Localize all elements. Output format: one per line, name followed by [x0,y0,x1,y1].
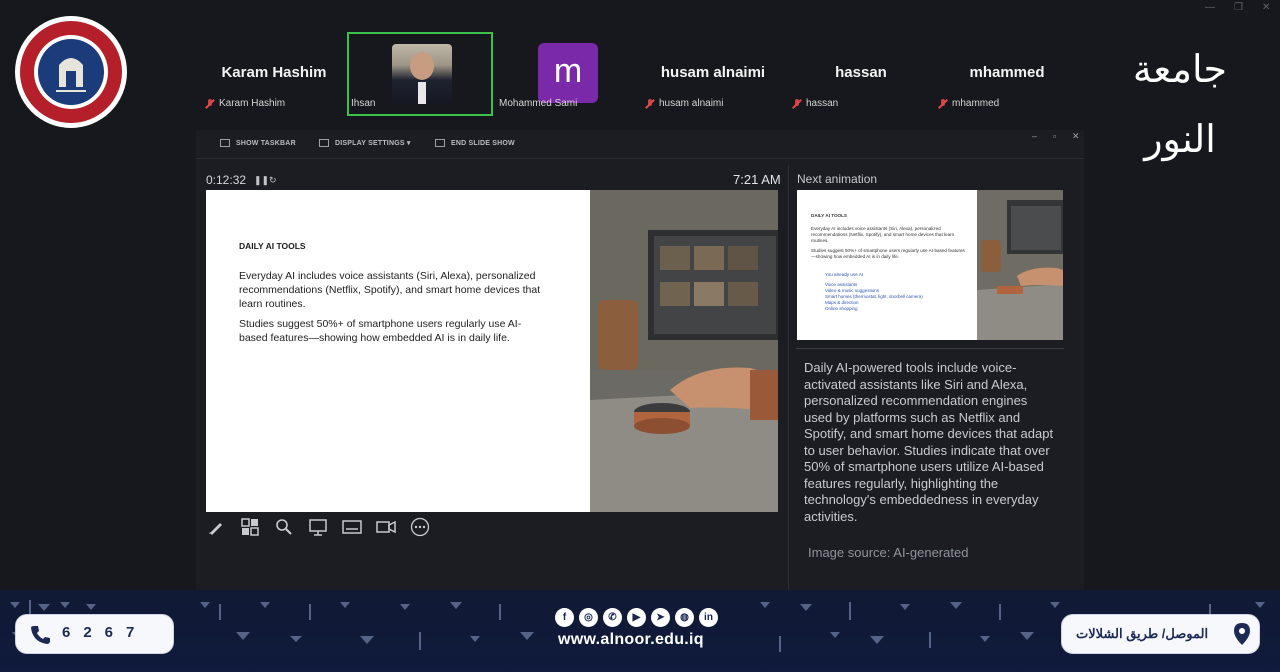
end-show-icon [435,139,445,147]
social-links: f ◎ ✆ ▶ ➤ ◍ in [555,608,718,627]
participant-name: hassan [835,64,887,81]
mic-off-icon [645,98,655,109]
phone-number-box[interactable]: 6267 [15,614,174,654]
pointer-icon[interactable] [308,518,328,536]
participant-name: Karam Hashim [221,64,327,81]
participant-tag-ihsan: Ihsan [351,98,376,109]
mic-off-icon [205,98,215,109]
university-wordmark: جامعة النور [1132,47,1228,161]
address-box[interactable]: الموصل/ طريق الشلالات [1061,614,1260,654]
participant-avatar-mohammed-sami[interactable]: m [538,43,598,103]
camera-icon[interactable] [376,518,396,536]
next-slide-paragraph-2: Studies suggest 50%+ of smartphone users… [811,248,965,259]
presenter-toolbar: SHOW TASKBAR DISPLAY SETTINGS ▾ END SLID… [196,130,1084,159]
presenter-restore-icon[interactable]: ▫ [1053,131,1056,141]
location-pin-icon [1234,623,1250,645]
phone-number: 6267 [62,624,148,641]
next-slide-list: Voice assistants Video & music suggestio… [825,282,923,312]
participant-tag-hassan: hassan [792,98,838,109]
end-slide-show-button[interactable]: END SLIDE SHOW [435,139,515,147]
presenter-tools [206,517,430,537]
current-time: 7:21 AM [733,172,781,187]
presenter-minimize-icon[interactable]: – [1032,131,1037,141]
participant-name: husam alnaimi [660,64,766,81]
next-slide-paragraph-1: Everyday AI includes voice assistants (S… [811,226,955,243]
see-all-slides-icon[interactable] [240,518,260,536]
display-settings-button[interactable]: DISPLAY SETTINGS ▾ [319,139,411,147]
phone-icon [31,626,50,644]
display-icon [319,139,329,147]
presenter-view: SHOW TASKBAR DISPLAY SETTINGS ▾ END SLID… [196,130,1084,590]
participant-name: mhammed [969,64,1045,81]
instagram-icon[interactable]: ◎ [579,608,598,627]
participant-tag-karam-hashim: Karam Hashim [205,98,285,109]
next-slide-list-head: You already use AI [825,272,864,277]
university-logo [15,16,127,128]
participant-tag-husam-alnaimi: husam alnaimi [645,98,723,109]
minimize-icon[interactable]: — [1205,2,1215,13]
pane-divider[interactable] [788,165,789,590]
slide-title: DAILY AI TOOLS [239,241,306,251]
website-icon[interactable]: ◍ [675,608,694,627]
participant-tag-mhammed: mhammed [938,98,999,109]
website-link[interactable]: www.alnoor.edu.iq [558,631,704,649]
next-slide-title: DAILY AI TOOLS [811,213,847,218]
subtitles-icon[interactable] [342,518,362,536]
participant-tag-mohammed-sami: Mohammed Sami [499,98,578,109]
list-item: Online shopping [825,306,858,311]
reset-timer-icon[interactable]: ↻ [269,175,277,186]
zoom-icon[interactable] [274,518,294,536]
taskbar-icon [220,139,230,147]
notes-divider [796,348,1064,349]
address-text: الموصل/ طريق الشلالات [1076,626,1209,641]
pause-timer-icon[interactable]: ❚❚ [254,175,269,186]
participant-photo [392,44,452,104]
image-source-note: Image source: AI-generated [808,545,969,560]
telegram-icon[interactable]: ➤ [651,608,670,627]
mic-off-icon [792,98,802,109]
current-slide[interactable]: DAILY AI TOOLS Everyday AI includes voic… [206,190,778,512]
presenter-close-icon[interactable]: ✕ [1072,131,1080,142]
more-options-icon[interactable] [410,517,430,537]
next-animation-label: Next animation [797,172,878,186]
facebook-icon[interactable]: f [555,608,574,627]
restore-icon[interactable]: ❐ [1234,2,1243,13]
slide-paragraph-2: Studies suggest 50%+ of smartphone users… [239,318,522,344]
slide-paragraph-1: Everyday AI includes voice assistants (S… [239,270,541,310]
linkedin-icon[interactable]: in [699,608,718,627]
next-slide-photo [977,190,1063,340]
next-slide-preview[interactable]: DAILY AI TOOLS Everyday AI includes voic… [797,190,1063,340]
close-window-icon[interactable]: ✕ [1262,2,1270,13]
elapsed-timer: 0:12:32 [206,173,247,187]
show-taskbar-button[interactable]: SHOW TASKBAR [220,139,296,147]
youtube-icon[interactable]: ▶ [627,608,646,627]
whatsapp-icon[interactable]: ✆ [603,608,622,627]
mic-off-icon [938,98,948,109]
pen-icon[interactable] [206,518,226,536]
speaker-notes[interactable]: Daily AI-powered tools include voice-act… [804,360,1054,525]
smart-speaker-photo [590,190,778,512]
